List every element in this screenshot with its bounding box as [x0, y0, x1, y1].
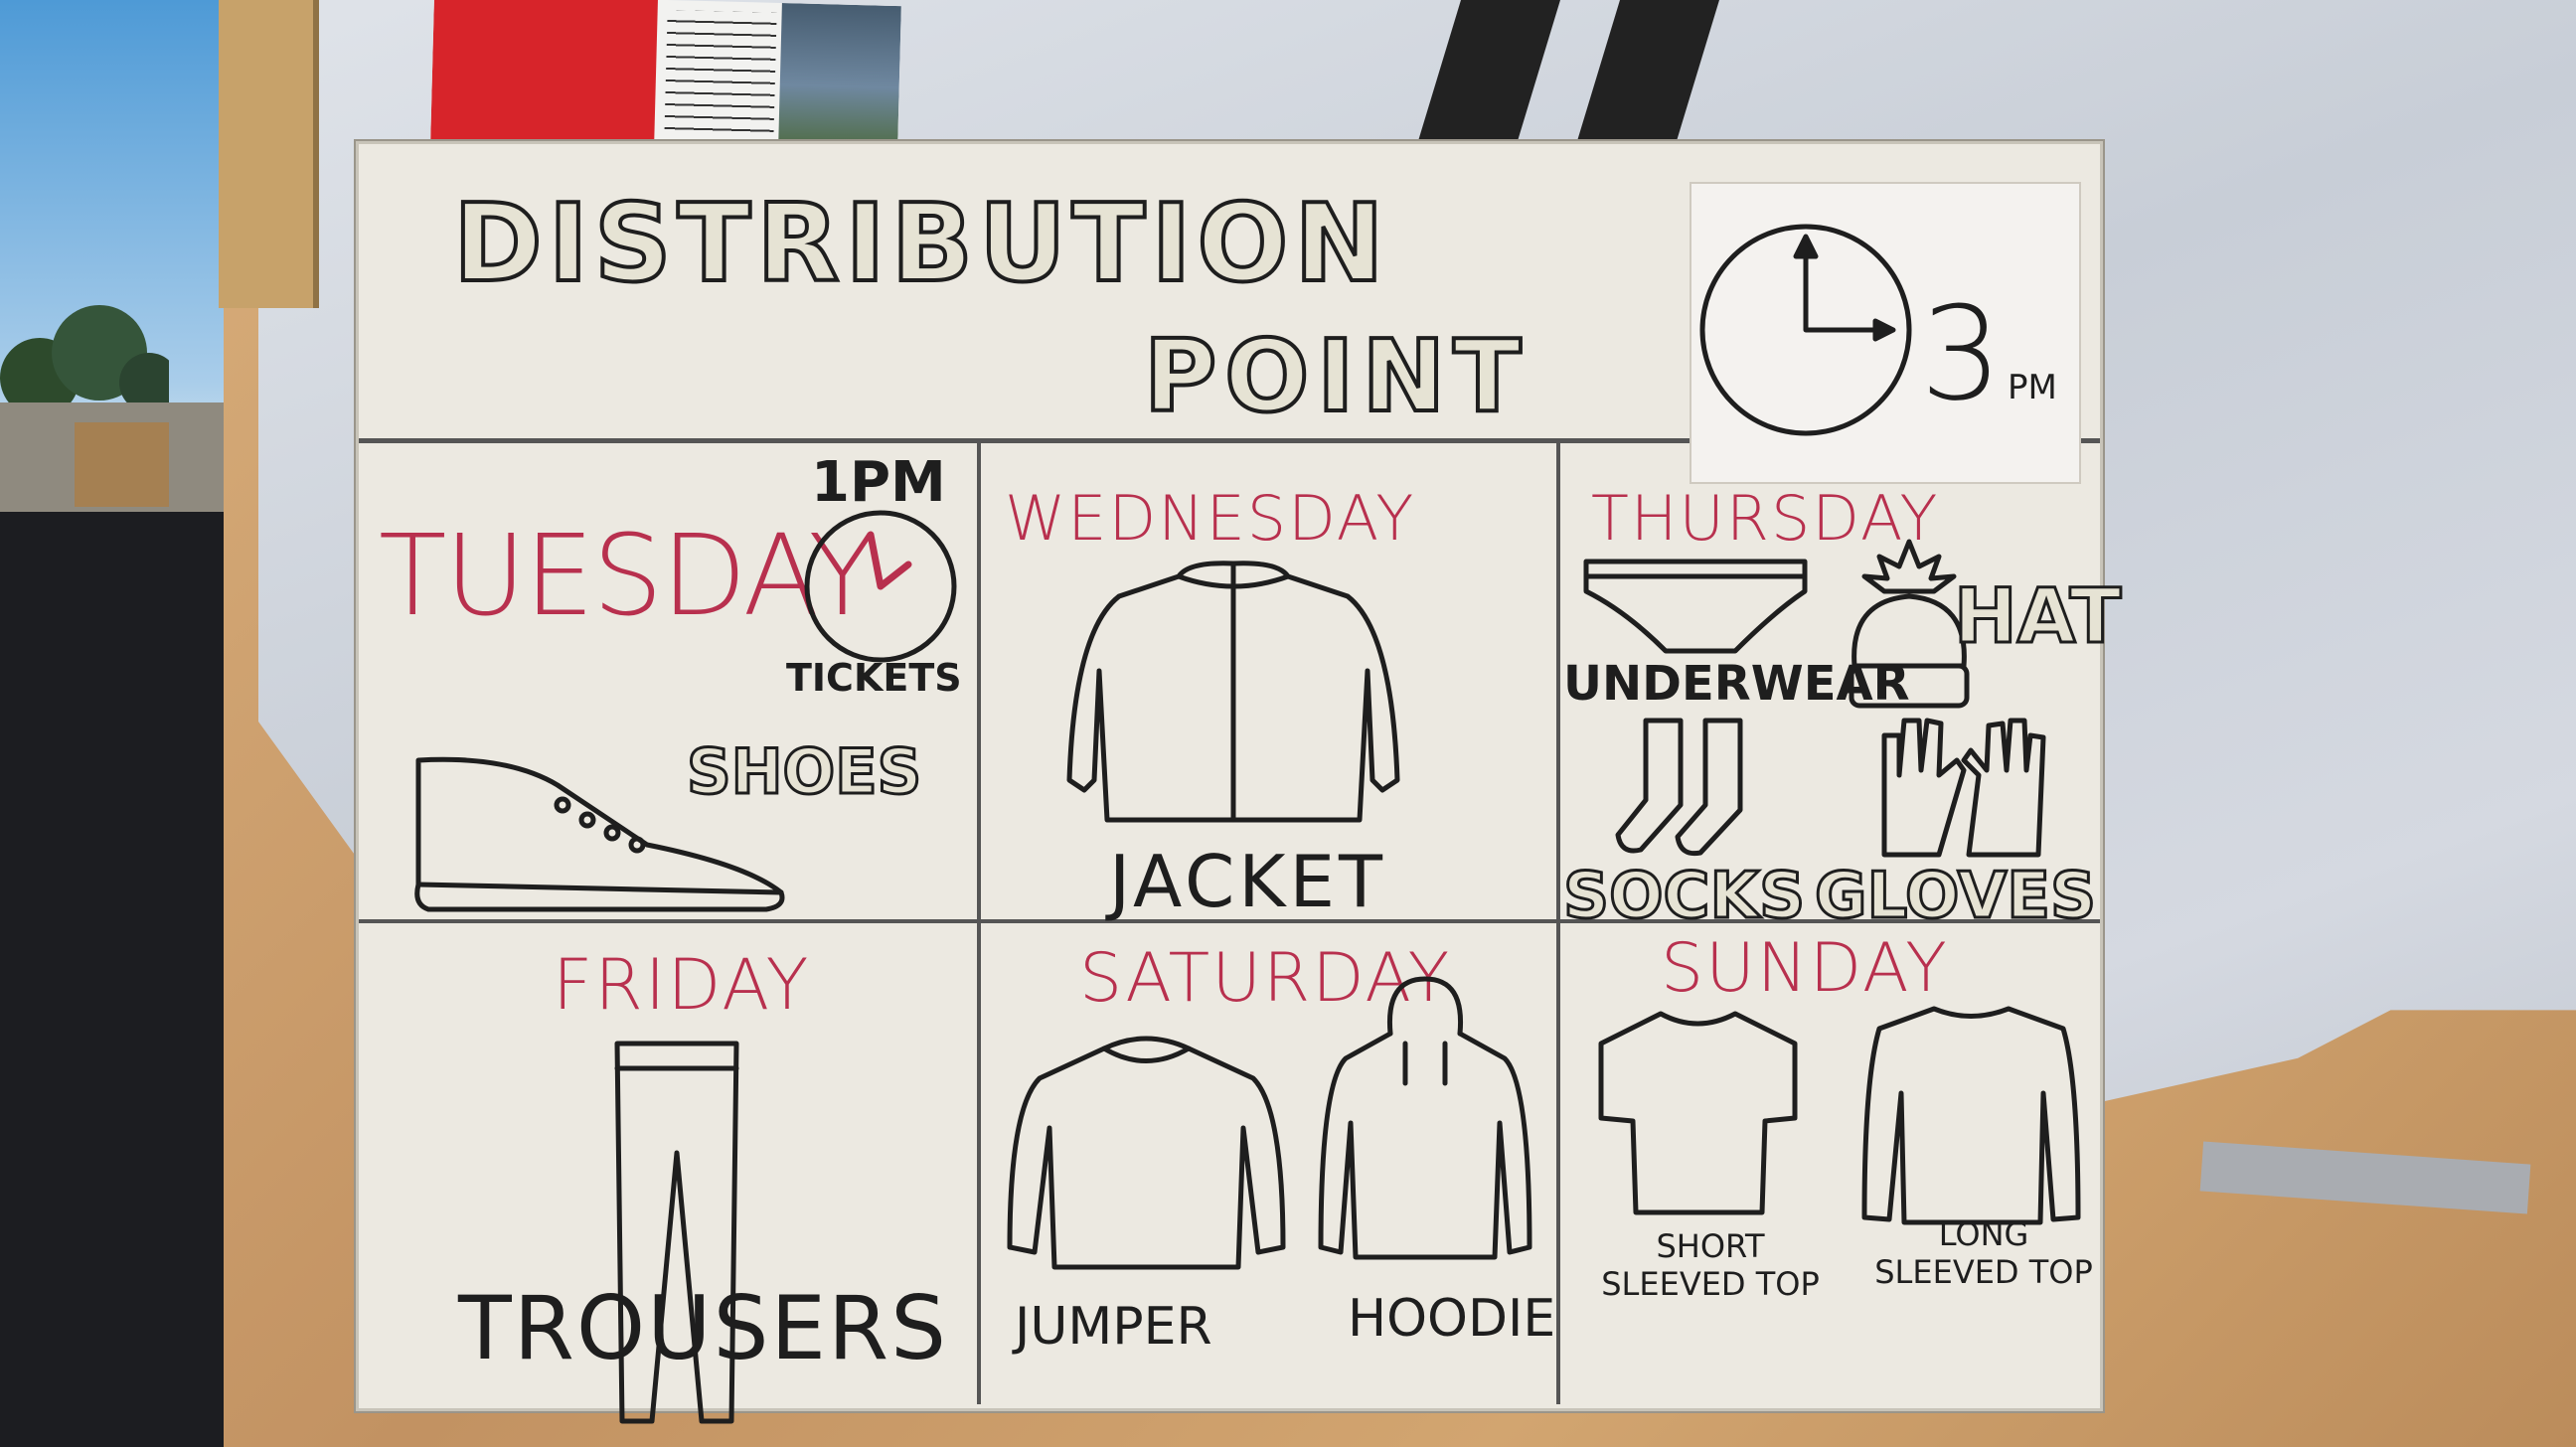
- item-trousers: TROUSERS: [458, 1277, 949, 1379]
- hoodie-icon: [1318, 976, 1532, 1260]
- divider-v2: [1556, 440, 1560, 1404]
- tree: [0, 305, 169, 417]
- clock-time: 3: [1920, 278, 2003, 429]
- small-clock-icon: [804, 510, 957, 663]
- item-short-sleeved-top: SHORT SLEEVED TOP: [1601, 1227, 1820, 1303]
- title-line2: POINT: [1142, 316, 1530, 436]
- black-tarp: [0, 512, 239, 1447]
- day-sunday: SUNDAY: [1661, 929, 1949, 1008]
- clock-icon: [1699, 224, 1912, 436]
- tarp-stripes: [1411, 0, 1719, 164]
- socks-icon: [1615, 718, 1743, 857]
- day-friday: FRIDAY: [553, 944, 811, 1026]
- clock-card: 3 PM: [1690, 182, 2081, 484]
- item-jacket: JACKET: [1109, 840, 1386, 923]
- tshirt-icon: [1598, 1011, 1798, 1215]
- item-long-sleeved-top: LONG SLEEVED TOP: [1874, 1215, 2093, 1291]
- title-line1: DISTRIBUTION: [451, 180, 1390, 308]
- item-hoodie: HOODIE: [1348, 1289, 1556, 1349]
- long-sleeve-icon: [1861, 1006, 2081, 1225]
- flyer: [430, 0, 901, 156]
- day-wednesday: WEDNESDAY: [1005, 482, 1416, 555]
- time-1pm: 1PM: [811, 450, 946, 515]
- item-hat: HAT: [1952, 570, 2122, 662]
- shed: [0, 402, 234, 522]
- item-socks: SOCKS: [1561, 859, 1806, 935]
- underwear-icon: [1583, 559, 1808, 654]
- jacket-icon: [1066, 561, 1400, 823]
- wooden-post: [219, 0, 319, 308]
- jumper-icon: [1007, 1036, 1286, 1270]
- gloves-icon: [1881, 718, 2046, 858]
- tickets-label: TICKETS: [786, 656, 962, 700]
- clock-suffix: PM: [2008, 368, 2057, 407]
- item-gloves: GLOVES: [1813, 859, 2097, 935]
- item-jumper: JUMPER: [1015, 1297, 1212, 1357]
- divider-v1: [977, 440, 981, 1404]
- item-shoes: SHOES: [685, 734, 922, 810]
